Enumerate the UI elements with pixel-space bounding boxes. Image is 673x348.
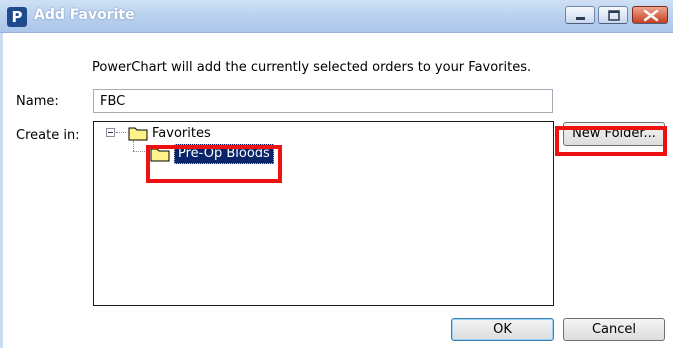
cancel-button[interactable]: Cancel	[563, 318, 665, 341]
intro-text: PowerChart will add the currently select…	[92, 60, 532, 75]
folder-icon	[128, 127, 148, 141]
title-bar[interactable]: P Add Favorite	[0, 0, 673, 33]
name-label: Name:	[16, 94, 59, 109]
maximize-icon	[608, 10, 620, 21]
folder-icon	[150, 148, 170, 162]
close-button[interactable]	[632, 6, 668, 24]
tree-connector	[133, 151, 147, 152]
minimize-button[interactable]	[565, 6, 595, 24]
tree-node-pre-op-bloods[interactable]: Pre-Op Bloods	[174, 144, 274, 164]
window-title: Add Favorite	[34, 7, 135, 23]
new-folder-button[interactable]: New Folder...	[563, 122, 665, 146]
collapse-toggle-icon[interactable]	[106, 128, 115, 137]
tree-node-favorites[interactable]: Favorites	[152, 126, 211, 141]
minimize-icon	[576, 17, 585, 20]
powerchart-app-icon: P	[7, 7, 27, 27]
maximize-button[interactable]	[598, 6, 628, 24]
name-field[interactable]	[93, 89, 553, 113]
close-icon	[643, 9, 659, 22]
folder-tree[interactable]: Favorites Pre-Op Bloods	[93, 121, 554, 306]
tree-connector	[133, 141, 134, 151]
tree-connector	[116, 132, 126, 133]
window-border	[0, 0, 3, 348]
create-in-label: Create in:	[16, 128, 80, 143]
ok-button[interactable]: OK	[451, 318, 554, 341]
